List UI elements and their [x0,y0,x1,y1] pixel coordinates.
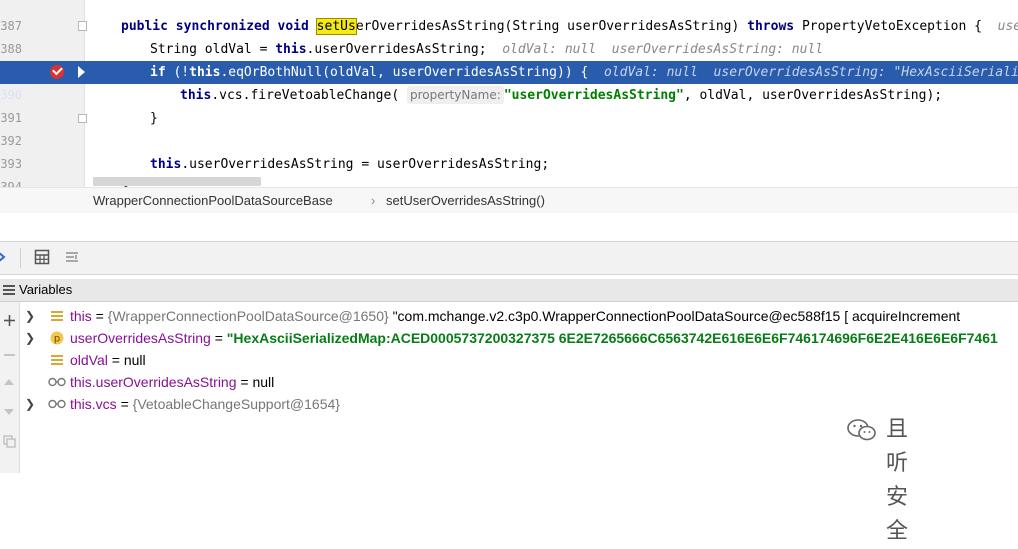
keyword: if [150,65,166,80]
code-text: .vcs.fireVetoableChange( [211,88,407,103]
equals-sign: = [116,396,133,412]
inline-value-hint: oldVal: null userOverridesAsString: "Hex… [603,65,1018,80]
variables-header: Variables [0,279,1018,302]
execution-point-icon [78,66,85,78]
settings-list-icon[interactable] [64,249,80,265]
fold-marker-icon[interactable] [78,114,87,123]
move-down-icon[interactable] [3,408,15,416]
keyword: this [275,42,307,57]
code-text: .userOverridesAsString; [306,42,503,57]
keyword: this [189,65,221,80]
breadcrumb: WrapperConnectionPoolDataSourceBase › se… [0,187,1018,213]
expand-chevron-icon[interactable]: ❯ [25,305,35,327]
variable-value: null [252,374,275,390]
equals-sign: = [107,352,124,368]
expand-chevron-icon[interactable]: ❯ [25,393,35,415]
parameter-icon: p [50,331,64,345]
variable-row-useroverridesasstring[interactable]: ❯ p userOverridesAsString = "HexAsciiSer… [19,327,1018,349]
calculator-icon[interactable] [34,249,50,265]
fold-marker-icon[interactable] [78,21,87,31]
variable-row-watch-useroverridesasstring[interactable]: this.userOverridesAsString = null [19,371,1018,393]
code-text: , oldVal, userOverridesAsString); [683,88,943,103]
variable-value: "HexAsciiSerializedMap:ACED0005737200327… [226,330,998,346]
variables-list-icon [3,285,15,295]
remove-watch-icon[interactable] [3,353,16,357]
code-line-389[interactable]: 389 String oldVal = this.userOverridesAs… [0,38,1018,79]
equals-sign: = [236,374,253,390]
string-literal: "userOverridesAsString" [503,88,684,103]
code-line-388[interactable]: 388 public synchronized void setUserOver… [0,15,1018,56]
variable-value: null [123,352,146,368]
code-line-393[interactable]: 393 [0,130,1018,171]
keyword: public synchronized void [121,19,317,34]
variable-name: this.userOverridesAsString [70,374,237,390]
code-text: PropertyVetoException { [794,19,998,34]
watch-glasses-icon [48,399,66,409]
equals-sign: = [210,330,227,346]
add-watch-icon[interactable] [3,314,16,327]
parameter-name-hint: propertyName: [406,86,504,104]
field-list-icon [51,311,63,321]
copy-icon[interactable] [3,435,16,448]
variable-type: {VetoableChangeSupport@1654} [132,396,340,412]
watermark-text: 且听安全 [886,417,909,544]
keyword: this [150,157,182,172]
code-text: String oldVal = [150,42,276,57]
variable-name: this.vcs [70,396,117,412]
move-up-icon[interactable] [3,378,15,386]
code-text: (! [165,65,190,80]
variable-type: {WrapperConnectionPoolDataSource@1650} [107,308,389,324]
variable-row-this[interactable]: ❯ this = {WrapperConnectionPoolDataSourc… [19,305,1018,327]
variable-name: oldVal [70,352,108,368]
inline-value-hint: userOverric [997,19,1018,34]
keyword: this [180,88,212,103]
wechat-icon [847,419,876,441]
equals-sign: = [91,308,108,324]
inline-value-hint: oldVal: null userOverridesAsString: null [502,42,824,57]
breadcrumb-class[interactable]: WrapperConnectionPoolDataSourceBase [93,188,333,213]
code-text: erOverridesAsString(String userOverrides… [355,19,748,34]
code-text: } [150,111,158,126]
variable-name: userOverridesAsString [70,330,211,346]
keyword: throws [747,19,795,34]
breadcrumb-separator: › [371,193,376,208]
code-editor[interactable]: 387 388 public synchronized void setUser… [0,0,1018,187]
variable-row-watch-vcs[interactable]: ❯ this.vcs = {VetoableChangeSupport@1654… [19,393,1018,415]
toolbar-divider [20,248,21,268]
variables-title: Variables [19,282,73,297]
search-match-highlight: setUs [315,18,357,35]
code-line-392[interactable]: 392 } [0,107,1018,148]
debugger-toolbar [0,241,1018,275]
empty-area [0,213,1018,241]
variable-value: "com.mchange.v2.c3p0.WrapperConnectionPo… [388,308,961,324]
svg-text:p: p [54,334,60,345]
field-list-icon [51,355,63,365]
expand-chevron-icon[interactable]: ❯ [25,327,35,349]
variable-name: this [70,308,92,324]
horizontal-scrollbar[interactable] [93,177,261,186]
breadcrumb-method[interactable]: setUserOverridesAsString() [386,188,545,213]
code-line-387[interactable]: 387 [0,0,1018,33]
watch-glasses-icon [48,377,66,387]
breakpoint-icon[interactable] [50,65,64,79]
code-text: .userOverridesAsString = userOverridesAs… [181,157,550,172]
variable-row-oldval[interactable]: oldVal = null [19,349,1018,371]
code-line-394[interactable]: 394 this.userOverridesAsString = userOve… [0,153,1018,187]
step-icon[interactable] [0,249,12,265]
code-text: .eqOrBothNull(oldVal, userOverridesAsStr… [220,65,604,80]
variables-side-toolbar [0,302,20,473]
code-line-390-current[interactable]: 390 if (!this.eqOrBothNull(oldVal, userO… [0,61,1018,102]
code-line-391[interactable]: 391 this.vcs.fireVetoableChange( propert… [0,84,1018,125]
